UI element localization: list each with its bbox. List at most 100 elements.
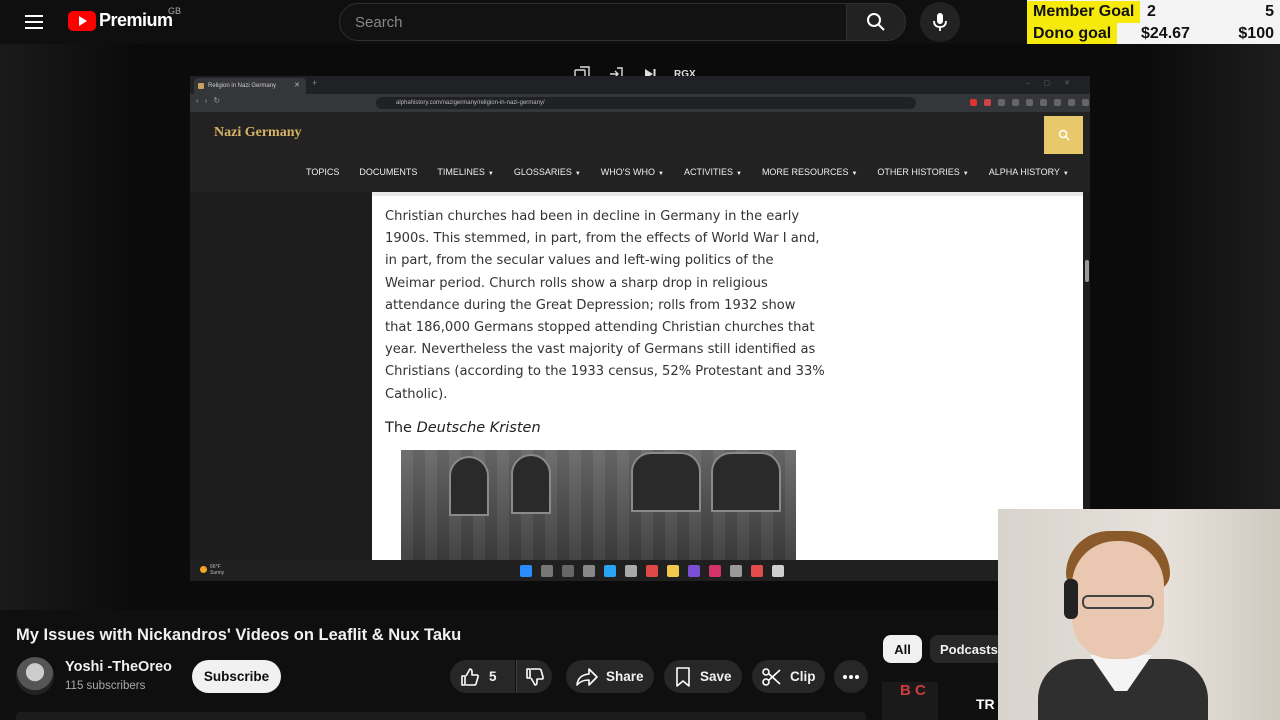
chip-all[interactable]: All <box>883 635 922 663</box>
browser-nav-icons: ‹›↻ <box>196 96 227 105</box>
caret-down-icon: ▼ <box>658 171 664 177</box>
browser-tab-strip: Religion in Nazi Germany ✕ + –▢✕ <box>190 76 1090 94</box>
share-icon <box>576 667 598 686</box>
like-button[interactable]: 5 <box>450 660 515 693</box>
webcam-overlay <box>998 509 1280 720</box>
site-nav-item: ALPHA HISTORY ▼ <box>989 167 1069 177</box>
caret-down-icon: ▼ <box>735 171 742 177</box>
article-subheading: The Deutsche Kristen <box>385 420 541 436</box>
share-label: Share <box>606 669 644 684</box>
search-box <box>339 3 847 41</box>
logo-text: Premium <box>99 10 173 30</box>
chip-podcasts[interactable]: Podcasts <box>930 635 998 663</box>
member-goal-current: 2 <box>1147 3 1156 20</box>
article-content: Christian churches had been in decline i… <box>372 192 1083 560</box>
caret-down-icon: ▼ <box>574 171 581 177</box>
caret-down-icon: ▼ <box>1062 171 1069 177</box>
dono-goal-current: $24.67 <box>1141 25 1190 42</box>
site-nav-label: TIMELINES <box>437 167 485 177</box>
voice-search-button[interactable] <box>920 2 960 42</box>
video-title: My Issues with Nickandros' Videos on Lea… <box>16 626 462 644</box>
browser-tab: Religion in Nazi Germany ✕ <box>194 78 306 94</box>
site-nav-label: TOPICS <box>306 167 340 177</box>
clip-button[interactable]: Clip <box>752 660 825 693</box>
window-controls-icon: –▢✕ <box>1025 80 1084 87</box>
taskbar-app-icons <box>520 565 784 577</box>
site-nav-label: OTHER HISTORIES <box>877 167 960 177</box>
subscribe-button[interactable]: Subscribe <box>192 660 281 693</box>
church-window <box>449 456 489 516</box>
search-button[interactable] <box>846 3 906 41</box>
article-top-divider <box>372 192 1083 196</box>
like-count: 5 <box>489 669 497 684</box>
site-nav-item: MORE RESOURCES ▼ <box>762 167 857 177</box>
scissors-icon <box>762 667 781 686</box>
subheading-prefix: The <box>385 420 412 436</box>
caret-down-icon: ▼ <box>962 171 969 177</box>
church-window <box>511 454 551 514</box>
related-thumbnail[interactable]: B C <box>882 682 938 720</box>
extension-icons <box>970 99 1089 106</box>
site-nav-label: GLOSSARIES <box>513 167 572 177</box>
description-box-edge <box>16 712 866 720</box>
article-paragraph: Christian churches had been in decline i… <box>385 209 825 402</box>
windows-taskbar: 66°F Sunny <box>190 560 1090 581</box>
stream-goals-overlay: Member Goal 2 5 Dono goal $24.67 $100 <box>1027 0 1280 46</box>
new-tab-icon: + <box>312 78 318 88</box>
share-button[interactable]: Share <box>566 660 654 693</box>
site-nav: TOPICS DOCUMENTS TIMELINES ▼ GLOSSARIES ▼ WHO'… <box>306 167 1089 177</box>
bookmark-icon <box>676 666 690 687</box>
browser-page: Nazi Germany TOPICS DOCUMENTS TIMELINES ▼ GL… <box>190 112 1090 560</box>
favicon-icon <box>198 83 204 89</box>
site-nav-item: GLOSSARIES ▼ <box>514 167 581 177</box>
clip-label: Clip <box>790 669 816 684</box>
site-nav-item: OTHER HISTORIES ▼ <box>877 167 968 177</box>
taskbar-weather: 66°F Sunny <box>200 564 224 576</box>
thumbs-up-icon <box>461 667 479 686</box>
hamburger-menu-icon[interactable] <box>20 8 48 36</box>
save-label: Save <box>700 669 732 684</box>
dono-goal-target: $100 <box>1238 25 1274 42</box>
site-header: Nazi Germany TOPICS DOCUMENTS TIMELINES ▼ GL… <box>190 112 1090 192</box>
close-tab-icon: ✕ <box>294 82 300 89</box>
site-nav-label: WHO'S WHO <box>600 167 656 177</box>
caret-down-icon: ▼ <box>851 171 858 177</box>
dislike-button[interactable] <box>516 660 552 693</box>
caret-down-icon: ▼ <box>487 171 494 177</box>
site-nav-item: WHO'S WHO ▼ <box>601 167 664 177</box>
site-nav-item: ACTIVITIES ▼ <box>684 167 742 177</box>
recorded-browser-window: Religion in Nazi Germany ✕ + –▢✕ ‹›↻ alp… <box>190 76 1090 581</box>
member-goal-target: 5 <box>1265 3 1274 20</box>
region-code: GB <box>168 6 182 16</box>
youtube-play-icon <box>68 10 96 31</box>
search-input[interactable] <box>340 4 846 40</box>
save-button[interactable]: Save <box>664 660 742 693</box>
headset-icon <box>1064 579 1078 619</box>
subheading-italic: Deutsche Kristen <box>416 420 541 436</box>
site-nav-label: ALPHA HISTORY <box>988 167 1060 177</box>
youtube-premium-logo[interactable]: Premium GB <box>68 6 181 31</box>
site-nav-item: DOCUMENTS <box>359 167 417 177</box>
browser-tab-title: Religion in Nazi Germany <box>208 83 277 89</box>
dono-goal-label: Dono goal <box>1027 23 1118 45</box>
site-name: Nazi Germany <box>214 125 302 140</box>
related-video-thumbnails[interactable]: B C TR <box>882 682 998 720</box>
dono-goal-row: Dono goal $24.67 $100 <box>1027 23 1280 45</box>
browser-address-bar: ‹›↻ alphahistory.com/nazigermany/religio… <box>190 94 1090 112</box>
subscriber-count: 115 subscribers <box>65 680 146 692</box>
church-photo <box>401 450 796 560</box>
member-goal-label: Member Goal <box>1027 1 1141 23</box>
more-actions-button[interactable] <box>834 660 868 693</box>
site-search-button <box>1044 116 1083 154</box>
site-nav-label: ACTIVITIES <box>683 167 733 177</box>
thumbnail-text: B C <box>900 682 926 699</box>
member-goal-row: Member Goal 2 5 <box>1027 1 1280 23</box>
more-horizontal-icon <box>843 674 859 679</box>
site-nav-item: TOPICS <box>306 167 339 177</box>
channel-avatar[interactable] <box>16 657 54 695</box>
weather-condition: Sunny <box>210 570 225 576</box>
related-thumbnail-text: TR <box>976 696 995 712</box>
church-window <box>631 452 701 512</box>
channel-name[interactable]: Yoshi -TheOreo <box>65 659 172 675</box>
video-left-margin <box>0 44 140 610</box>
